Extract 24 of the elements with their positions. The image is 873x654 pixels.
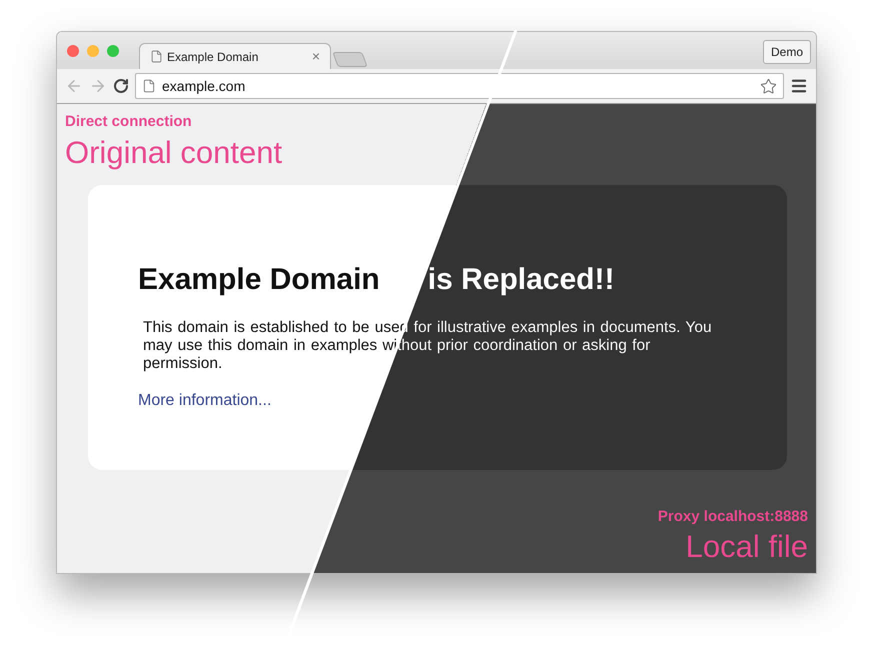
bookmark-star-icon[interactable]	[760, 78, 777, 94]
original-content-title: Original content	[65, 134, 282, 172]
page-icon	[150, 50, 163, 63]
replaced-heading: is Replaced!!	[428, 262, 614, 298]
page-icon	[142, 79, 156, 93]
more-information-link[interactable]: More information...	[138, 388, 272, 412]
tab-close-button[interactable]: ×	[312, 46, 320, 67]
page-heading: Example Domain	[138, 262, 380, 298]
address-field[interactable]: example.com	[135, 73, 784, 99]
minimize-window-button[interactable]	[87, 45, 99, 57]
browser-tab[interactable]: Example Domain ×	[139, 43, 331, 69]
tab-title: Example Domain	[167, 48, 260, 66]
new-tab-button[interactable]	[332, 52, 368, 67]
back-icon[interactable]	[65, 77, 83, 95]
close-window-button[interactable]	[67, 45, 79, 57]
forward-icon[interactable]	[89, 77, 107, 95]
direct-connection-label: Direct connection	[65, 112, 192, 132]
reload-icon[interactable]	[113, 78, 129, 94]
local-file-title: Local file	[686, 528, 808, 566]
menu-icon[interactable]	[790, 77, 808, 95]
profile-button[interactable]: Demo	[762, 40, 811, 64]
address-text: example.com	[162, 76, 246, 96]
proxy-label: Proxy localhost:8888	[658, 506, 808, 526]
zoom-window-button[interactable]	[107, 45, 119, 57]
